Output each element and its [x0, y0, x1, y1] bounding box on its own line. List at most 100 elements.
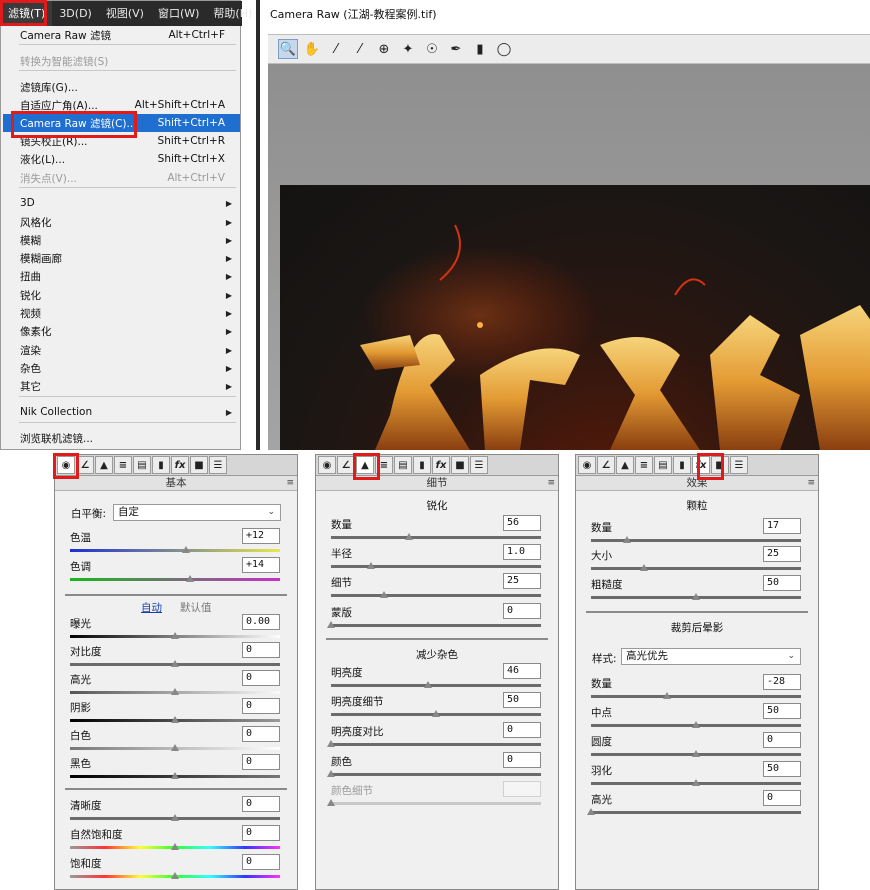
slider-thumb[interactable]: [171, 843, 179, 850]
slider-value-input[interactable]: 1.0: [503, 544, 541, 560]
slider-track[interactable]: [591, 811, 801, 814]
slider-value-input[interactable]: +14: [242, 557, 280, 573]
slider-thumb[interactable]: [379, 591, 388, 598]
default-link[interactable]: 默认值: [180, 600, 212, 615]
slider-thumb[interactable]: [171, 660, 179, 667]
effects-tab-icon[interactable]: fx: [171, 456, 189, 474]
slider-thumb[interactable]: [171, 814, 179, 821]
slider-panel_effects-vignette-4[interactable]: 高光 0: [587, 790, 801, 820]
menu-item[interactable]: 模糊 ▶: [3, 231, 240, 249]
menu-item[interactable]: Nik Collection ▶: [3, 403, 240, 421]
slider-thumb[interactable]: [692, 593, 700, 600]
slider-thumb[interactable]: [692, 750, 700, 757]
preview-canvas[interactable]: [268, 64, 870, 450]
slider-panel_effects-grain-2[interactable]: 粗糙度 50: [591, 575, 801, 605]
slider-thumb[interactable]: [587, 808, 595, 815]
menu-item[interactable]: 其它 ▶: [3, 377, 240, 395]
red-eye-icon[interactable]: ☉: [422, 39, 442, 59]
effects-tab-icon[interactable]: fx: [692, 456, 710, 474]
brush-icon[interactable]: ✒: [446, 39, 466, 59]
slider-thumb[interactable]: [327, 621, 335, 628]
slider-value-input[interactable]: 0: [242, 754, 280, 770]
slider-value-input[interactable]: 0: [242, 796, 280, 812]
slider-value-input[interactable]: 0: [242, 854, 280, 870]
slider-panel_basic-sliders-9[interactable]: 自然饱和度 0: [70, 825, 280, 855]
slider-panel_effects-grain-0[interactable]: 数量 17: [591, 518, 801, 548]
slider-panel_detail-noise-3[interactable]: 颜色 0: [327, 752, 541, 782]
slider-track[interactable]: [331, 536, 541, 539]
slider-value-input[interactable]: 0.00: [242, 614, 280, 630]
slider-panel_effects-grain-1[interactable]: 大小 25: [591, 546, 801, 576]
menubar-3d[interactable]: 3D(D): [52, 1, 99, 26]
slider-value-input[interactable]: 0: [242, 825, 280, 841]
slider-value-input[interactable]: 0: [763, 732, 801, 748]
menu-item[interactable]: Camera Raw 滤镜(C)... Shift+Ctrl+A: [3, 114, 240, 132]
detail-tab-icon[interactable]: ▲: [95, 456, 113, 474]
slider-value-input[interactable]: 0: [503, 722, 541, 738]
slider-thumb[interactable]: [662, 692, 671, 699]
menu-item[interactable]: 模糊画廊 ▶: [3, 249, 240, 267]
menu-item[interactable]: 3D ▶: [3, 194, 240, 212]
tone-curve-tab-icon[interactable]: ∠: [597, 456, 615, 474]
white-balance-select[interactable]: 自定 ⌄: [113, 504, 281, 521]
slider-panel_basic-sliders-8[interactable]: 清晰度 0: [70, 796, 280, 826]
menu-item[interactable]: 扭曲 ▶: [3, 267, 240, 285]
menu-item[interactable]: 风格化 ▶: [3, 213, 240, 231]
slider-thumb[interactable]: [404, 533, 413, 540]
zoom-icon[interactable]: 🔍: [278, 39, 298, 59]
lens-tab-icon[interactable]: ▮: [152, 456, 170, 474]
menubar-help[interactable]: 帮助(H): [206, 1, 259, 26]
slider-track[interactable]: [331, 565, 541, 568]
menu-item[interactable]: 杂色 ▶: [3, 359, 240, 377]
panel-menu-icon[interactable]: ≡: [286, 476, 294, 491]
slider-panel_basic-sliders-1[interactable]: 色调 +14: [70, 557, 280, 587]
slider-track[interactable]: [591, 567, 801, 570]
slider-thumb[interactable]: [171, 744, 179, 751]
presets-tab-icon[interactable]: ☰: [209, 456, 227, 474]
slider-thumb[interactable]: [622, 536, 631, 543]
presets-tab-icon[interactable]: ☰: [730, 456, 748, 474]
detail-tab-icon[interactable]: ▲: [356, 456, 374, 474]
slider-thumb[interactable]: [327, 770, 335, 777]
slider-panel_effects-vignette-3[interactable]: 羽化 50: [591, 761, 801, 791]
slider-track[interactable]: [331, 743, 541, 746]
slider-value-input[interactable]: 25: [763, 546, 801, 562]
menu-item[interactable]: Camera Raw 滤镜 Alt+Ctrl+F: [3, 26, 240, 44]
slider-value-input[interactable]: 25: [503, 573, 541, 589]
menu-item[interactable]: 渲染 ▶: [3, 341, 240, 359]
detail-tab-icon[interactable]: ▲: [616, 456, 634, 474]
lens-tab-icon[interactable]: ▮: [673, 456, 691, 474]
slider-track[interactable]: [591, 695, 801, 698]
menu-item[interactable]: 浏览联机滤镜...: [3, 429, 240, 447]
split-toning-tab-icon[interactable]: ▤: [394, 456, 412, 474]
slider-panel_detail-noise-4[interactable]: 颜色细节: [327, 781, 541, 811]
slider-panel_basic-sliders-4[interactable]: 高光 0: [70, 670, 280, 700]
slider-panel_basic-sliders-10[interactable]: 饱和度 0: [70, 854, 280, 884]
slider-track[interactable]: [70, 578, 280, 581]
hsl-tab-icon[interactable]: ≡: [114, 456, 132, 474]
slider-panel_basic-sliders-0[interactable]: 色温 +12: [70, 528, 280, 558]
slider-panel_detail-sharpen-0[interactable]: 数量 56: [331, 515, 541, 545]
slider-thumb[interactable]: [181, 546, 190, 553]
slider-thumb[interactable]: [171, 632, 179, 639]
slider-thumb[interactable]: [692, 779, 700, 786]
slider-value-input[interactable]: 50: [763, 761, 801, 777]
menu-item[interactable]: 液化(L)... Shift+Ctrl+X: [3, 150, 240, 168]
menu-item[interactable]: 镜头校正(R)... Shift+Ctrl+R: [3, 132, 240, 150]
slider-value-input[interactable]: 50: [503, 692, 541, 708]
slider-panel_effects-vignette-0[interactable]: 数量 -28: [591, 674, 801, 704]
hsl-tab-icon[interactable]: ≡: [635, 456, 653, 474]
slider-value-input[interactable]: 0: [242, 698, 280, 714]
slider-thumb[interactable]: [171, 772, 179, 779]
slider-panel_detail-sharpen-2[interactable]: 细节 25: [331, 573, 541, 603]
menubar-window[interactable]: 窗口(W): [151, 1, 206, 26]
split-toning-tab-icon[interactable]: ▤: [133, 456, 151, 474]
slider-thumb[interactable]: [185, 575, 194, 582]
slider-panel_basic-sliders-7[interactable]: 黑色 0: [70, 754, 280, 784]
slider-value-input[interactable]: 17: [763, 518, 801, 534]
slider-thumb[interactable]: [366, 562, 375, 569]
slider-thumb[interactable]: [327, 740, 335, 747]
slider-track[interactable]: [331, 773, 541, 776]
slider-thumb[interactable]: [423, 681, 432, 688]
tone-curve-tab-icon[interactable]: ∠: [337, 456, 355, 474]
